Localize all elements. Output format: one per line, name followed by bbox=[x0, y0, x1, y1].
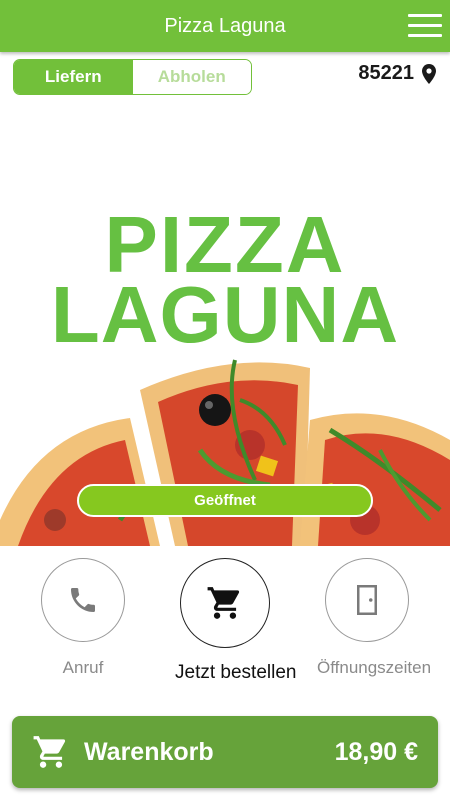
opening-hours-button[interactable]: Öffnungszeiten bbox=[317, 558, 432, 678]
hamburger-menu-icon[interactable] bbox=[408, 12, 442, 40]
shopping-cart-icon bbox=[33, 736, 66, 768]
zip-code: 85221 bbox=[358, 62, 414, 84]
brand-line-2: LAGUNA bbox=[50, 270, 400, 359]
opening-hours-circle[interactable] bbox=[325, 558, 409, 642]
open-status-badge: Geöffnet bbox=[77, 484, 373, 517]
call-label: Anruf bbox=[62, 658, 104, 677]
location-selector[interactable]: 85221 bbox=[358, 62, 436, 85]
order-now-label: Jetzt bestellen bbox=[175, 662, 297, 683]
brand-logo: PIZZA LAGUNA bbox=[0, 205, 450, 359]
app-bar: Pizza Laguna bbox=[0, 0, 450, 52]
order-mode-toggle: Liefern Abholen bbox=[13, 59, 252, 95]
hero-banner: PIZZA LAGUNA bbox=[0, 100, 450, 546]
cart-button[interactable]: Warenkorb 18,90 € bbox=[12, 716, 438, 788]
pickup-option[interactable]: Abholen bbox=[132, 60, 251, 94]
door-icon bbox=[357, 585, 377, 615]
map-pin-icon bbox=[422, 63, 436, 84]
app-title: Pizza Laguna bbox=[164, 15, 286, 37]
shopping-cart-icon bbox=[207, 587, 240, 619]
order-now-button[interactable]: Jetzt bestellen bbox=[175, 558, 297, 684]
phone-icon bbox=[71, 588, 95, 612]
cart-label: Warenkorb bbox=[84, 738, 214, 766]
opening-hours-label: Öffnungszeiten bbox=[317, 658, 432, 677]
cart-total: 18,90 € bbox=[334, 738, 418, 766]
call-button[interactable]: Anruf bbox=[33, 558, 133, 678]
delivery-option[interactable]: Liefern bbox=[14, 60, 133, 94]
order-now-circle[interactable] bbox=[180, 558, 270, 648]
call-circle[interactable] bbox=[41, 558, 125, 642]
